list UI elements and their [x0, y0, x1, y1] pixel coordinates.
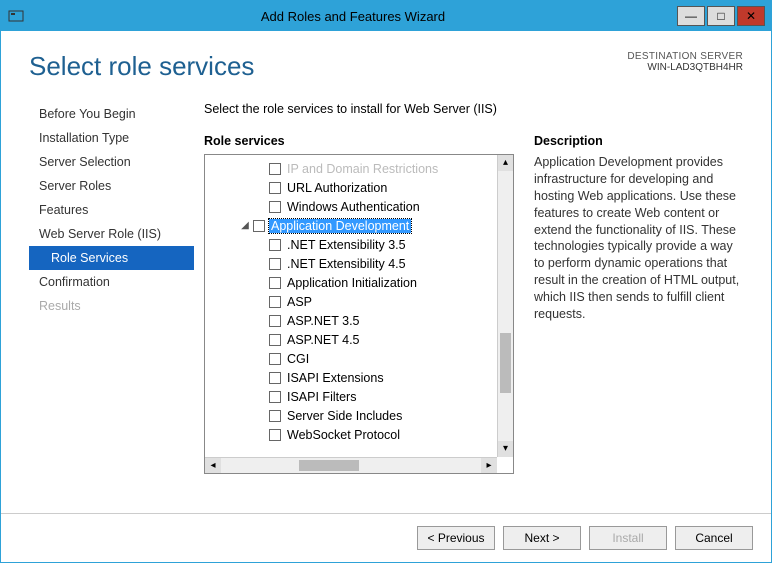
tree-node[interactable]: .NET Extensibility 4.5: [207, 254, 495, 273]
destination-value: WIN-LAD3QTBH4HR: [627, 62, 743, 73]
checkbox[interactable]: [269, 163, 281, 175]
sidebar-item-before-you-begin[interactable]: Before You Begin: [29, 102, 194, 126]
tree-node-label: ISAPI Extensions: [285, 371, 386, 385]
tree-node-label: URL Authorization: [285, 181, 389, 195]
wizard-footer: < Previous Next > Install Cancel: [1, 513, 771, 562]
tree-node-label: CGI: [285, 352, 311, 366]
tree-node-label: .NET Extensibility 3.5: [285, 238, 408, 252]
minimize-button[interactable]: —: [677, 6, 705, 26]
checkbox[interactable]: [269, 334, 281, 346]
checkbox[interactable]: [269, 315, 281, 327]
checkbox[interactable]: [269, 391, 281, 403]
page-title: Select role services: [29, 51, 254, 82]
horizontal-scrollbar[interactable]: ◂ ▸: [205, 457, 497, 473]
tree-node-label: ASP.NET 4.5: [285, 333, 362, 347]
wizard-sidebar: Before You BeginInstallation TypeServer …: [29, 102, 194, 493]
checkbox[interactable]: [269, 410, 281, 422]
tree-node-label: IP and Domain Restrictions: [285, 162, 440, 176]
checkbox[interactable]: [269, 372, 281, 384]
expander-icon[interactable]: ◢: [239, 220, 251, 231]
tree-node[interactable]: ASP.NET 4.5: [207, 330, 495, 349]
tree-node-label: ISAPI Filters: [285, 390, 358, 404]
checkbox[interactable]: [269, 296, 281, 308]
tree-node[interactable]: ASP: [207, 292, 495, 311]
previous-button[interactable]: < Previous: [417, 526, 495, 550]
checkbox[interactable]: [269, 239, 281, 251]
checkbox[interactable]: [269, 277, 281, 289]
titlebar[interactable]: Add Roles and Features Wizard — □ ✕: [1, 1, 771, 31]
install-button: Install: [589, 526, 667, 550]
checkbox[interactable]: [269, 182, 281, 194]
sidebar-item-server-roles[interactable]: Server Roles: [29, 174, 194, 198]
description-text: Application Development provides infrast…: [534, 154, 743, 323]
sidebar-item-confirmation[interactable]: Confirmation: [29, 270, 194, 294]
tree-node[interactable]: Server Side Includes: [207, 406, 495, 425]
tree-node-label: ASP: [285, 295, 314, 309]
tree-node[interactable]: ASP.NET 3.5: [207, 311, 495, 330]
tree-node[interactable]: Application Initialization: [207, 273, 495, 292]
scroll-thumb-h[interactable]: [299, 460, 359, 471]
instruction-text: Select the role services to install for …: [204, 102, 743, 116]
close-button[interactable]: ✕: [737, 6, 765, 26]
checkbox[interactable]: [269, 353, 281, 365]
tree-node-label: Application Development: [269, 219, 411, 233]
tree-node-label: Application Initialization: [285, 276, 419, 290]
next-button[interactable]: Next >: [503, 526, 581, 550]
maximize-button[interactable]: □: [707, 6, 735, 26]
sidebar-item-web-server-role-iis-[interactable]: Web Server Role (IIS): [29, 222, 194, 246]
tree-node-label: WebSocket Protocol: [285, 428, 402, 442]
tree-node-label: Server Side Includes: [285, 409, 404, 423]
tree-node[interactable]: ISAPI Extensions: [207, 368, 495, 387]
scroll-left-icon[interactable]: ◂: [205, 458, 221, 473]
destination-label: DESTINATION SERVER: [627, 51, 743, 62]
sidebar-item-server-selection[interactable]: Server Selection: [29, 150, 194, 174]
tree-node-label: ASP.NET 3.5: [285, 314, 362, 328]
destination-info: DESTINATION SERVER WIN-LAD3QTBH4HR: [627, 51, 743, 73]
sidebar-item-installation-type[interactable]: Installation Type: [29, 126, 194, 150]
window-title: Add Roles and Features Wizard: [31, 9, 675, 24]
tree-node[interactable]: WebSocket Protocol: [207, 425, 495, 444]
scroll-thumb[interactable]: [500, 333, 511, 393]
sidebar-item-role-services[interactable]: Role Services: [29, 246, 194, 270]
scroll-right-icon[interactable]: ▸: [481, 458, 497, 473]
scroll-down-icon[interactable]: ▾: [498, 441, 513, 457]
tree-node[interactable]: CGI: [207, 349, 495, 368]
sidebar-item-features[interactable]: Features: [29, 198, 194, 222]
role-services-label: Role services: [204, 134, 514, 148]
app-icon: [7, 7, 25, 25]
tree-node[interactable]: URL Authorization: [207, 178, 495, 197]
tree-node[interactable]: .NET Extensibility 3.5: [207, 235, 495, 254]
vertical-scrollbar[interactable]: ▴ ▾: [497, 155, 513, 457]
sidebar-item-results: Results: [29, 294, 194, 318]
tree-node-label: Windows Authentication: [285, 200, 422, 214]
checkbox[interactable]: [269, 201, 281, 213]
tree-node[interactable]: ◢ Application Development: [207, 216, 495, 235]
tree-node[interactable]: IP and Domain Restrictions: [207, 159, 495, 178]
checkbox[interactable]: [269, 429, 281, 441]
description-label: Description: [534, 134, 743, 148]
tree-node-label: .NET Extensibility 4.5: [285, 257, 408, 271]
tree-node[interactable]: ISAPI Filters: [207, 387, 495, 406]
scroll-up-icon[interactable]: ▴: [498, 155, 513, 171]
role-services-tree[interactable]: IP and Domain Restrictions URL Authorizat…: [204, 154, 514, 474]
tree-node[interactable]: Windows Authentication: [207, 197, 495, 216]
checkbox[interactable]: [269, 258, 281, 270]
cancel-button[interactable]: Cancel: [675, 526, 753, 550]
checkbox[interactable]: [253, 220, 265, 232]
